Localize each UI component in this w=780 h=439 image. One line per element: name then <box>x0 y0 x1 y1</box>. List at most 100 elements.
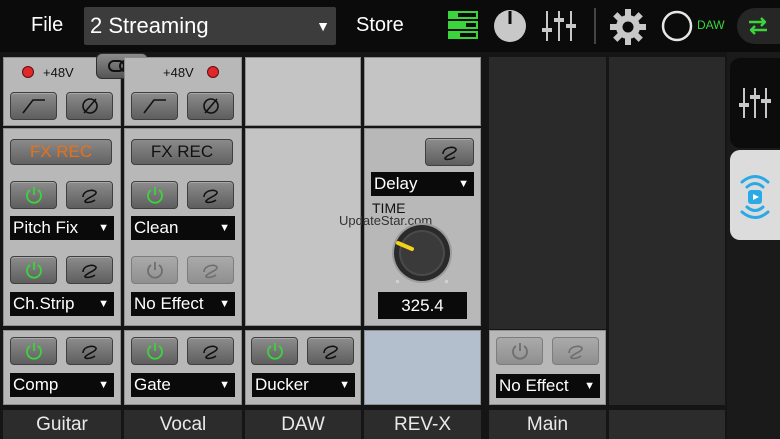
vocal-dyn-edit-button[interactable] <box>187 337 234 365</box>
power-icon <box>266 343 283 360</box>
edit-icon <box>81 189 97 204</box>
power-icon <box>25 343 42 360</box>
revx-time-knob[interactable] <box>388 222 456 291</box>
revx-type-select[interactable]: Delay ▼ <box>371 172 474 196</box>
edit-icon <box>567 345 583 360</box>
guitar-phase-button[interactable] <box>66 92 113 120</box>
main-dyn-edit-button[interactable] <box>552 337 599 365</box>
power-icon <box>25 262 42 279</box>
vocal-phantom-led <box>207 66 219 78</box>
guitar-fx1-edit-button[interactable] <box>66 181 113 209</box>
file-menu[interactable]: File <box>31 14 63 37</box>
rail-tab-stream[interactable] <box>730 150 780 240</box>
chevron-down-icon: ▼ <box>219 298 230 310</box>
vocal-fx2-edit-button[interactable] <box>187 256 234 284</box>
faders-icon[interactable] <box>541 8 577 49</box>
chevron-down-icon: ▼ <box>98 222 109 234</box>
guitar-fx2-select[interactable]: Ch.Strip ▼ <box>10 292 114 316</box>
power-icon <box>146 187 163 204</box>
vocal-phantom-label: +48V <box>163 65 194 80</box>
daw-toggle-icon[interactable] <box>661 10 693 47</box>
channel-label-guitar[interactable]: Guitar <box>3 410 121 439</box>
chevron-down-icon: ▼ <box>219 222 230 234</box>
vocal-dyn-power-button[interactable] <box>131 337 178 365</box>
chevron-down-icon: ▼ <box>98 379 109 391</box>
power-icon <box>146 262 163 279</box>
phase-invert-icon <box>81 98 98 114</box>
chevron-down-icon: ▼ <box>219 379 230 391</box>
main-dyn-power-button[interactable] <box>496 337 543 365</box>
vocal-phase-button[interactable] <box>187 92 234 120</box>
vocal-fx1-value: Clean <box>134 218 179 237</box>
chevron-down-icon: ▼ <box>584 380 595 392</box>
vocal-fx1-edit-button[interactable] <box>187 181 234 209</box>
high-pass-icon <box>21 99 45 114</box>
guitar-dyn-select[interactable]: Comp ▼ <box>10 373 114 397</box>
topbar-divider <box>594 8 596 44</box>
channel-label-daw[interactable]: DAW <box>245 410 361 439</box>
vocal-hpf-button[interactable] <box>131 92 178 120</box>
chevron-down-icon: ▼ <box>316 18 330 34</box>
guitar-fx2-value: Ch.Strip <box>13 294 75 313</box>
mixer-view-icon[interactable] <box>446 8 480 47</box>
guitar-dyn-value: Comp <box>13 375 59 394</box>
revx-type-value: Delay <box>374 174 418 193</box>
guitar-fx2-power-button[interactable] <box>10 256 57 284</box>
power-icon <box>25 187 42 204</box>
vocal-fx2-value: No Effect <box>134 294 204 313</box>
edit-icon <box>81 345 97 360</box>
daw-input-section <box>245 57 361 126</box>
rail-tab-mixer[interactable] <box>730 58 780 148</box>
meter-dial-icon[interactable] <box>492 8 528 49</box>
edit-icon <box>81 264 97 279</box>
guitar-hpf-button[interactable] <box>10 92 57 120</box>
preset-name: 2 Streaming <box>90 13 209 38</box>
channel-label-main[interactable]: Main <box>489 410 606 439</box>
top-bar: File 2 Streaming ▼ Store DAW <box>0 0 780 52</box>
channel-label-revx[interactable]: REV-X <box>364 410 481 439</box>
main-dyn-value: No Effect <box>499 376 569 395</box>
revx-bottom-section <box>364 330 481 405</box>
channel-label-empty <box>609 410 725 439</box>
guitar-fx1-value: Pitch Fix <box>13 218 79 237</box>
guitar-fx1-power-button[interactable] <box>10 181 57 209</box>
guitar-fx1-select[interactable]: Pitch Fix ▼ <box>10 216 114 240</box>
revx-time-value: 325.4 <box>378 292 467 319</box>
guitar-fx2-edit-button[interactable] <box>66 256 113 284</box>
sync-arrows-icon <box>749 17 767 35</box>
vocal-dyn-value: Gate <box>134 375 171 394</box>
main-dyn-select[interactable]: No Effect ▼ <box>496 374 600 398</box>
sync-button[interactable] <box>737 8 780 44</box>
vocal-dyn-select[interactable]: Gate ▼ <box>131 373 235 397</box>
edit-icon <box>202 189 218 204</box>
daw-label: DAW <box>697 18 725 32</box>
vocal-fx1-power-button[interactable] <box>131 181 178 209</box>
main-empty-area <box>489 57 606 329</box>
revx-edit-button[interactable] <box>425 138 474 166</box>
vocal-fx2-power-button[interactable] <box>131 256 178 284</box>
vocal-fx-rec-button[interactable]: FX REC <box>131 139 233 165</box>
power-icon <box>511 343 528 360</box>
daw-dyn-edit-button[interactable] <box>307 337 354 365</box>
faders-icon <box>739 88 771 118</box>
store-button[interactable]: Store <box>356 14 404 37</box>
edit-icon <box>202 345 218 360</box>
guitar-phantom-label: +48V <box>43 65 74 80</box>
vocal-fx2-select[interactable]: No Effect ▼ <box>131 292 235 316</box>
channel-label-vocal[interactable]: Vocal <box>124 410 242 439</box>
chevron-down-icon: ▼ <box>98 298 109 310</box>
daw-dyn-value: Ducker <box>255 375 309 394</box>
guitar-dyn-power-button[interactable] <box>10 337 57 365</box>
daw-dyn-select[interactable]: Ducker ▼ <box>252 373 355 397</box>
edit-icon <box>202 264 218 279</box>
preset-selector[interactable]: 2 Streaming ▼ <box>84 7 336 45</box>
guitar-fx-rec-button[interactable]: FX REC <box>10 139 112 165</box>
chevron-down-icon: ▼ <box>458 178 469 190</box>
stream-broadcast-icon <box>740 175 770 219</box>
daw-dyn-power-button[interactable] <box>251 337 298 365</box>
vocal-fx1-select[interactable]: Clean ▼ <box>131 216 235 240</box>
high-pass-icon <box>142 99 166 114</box>
guitar-dyn-edit-button[interactable] <box>66 337 113 365</box>
gear-icon[interactable] <box>609 8 647 51</box>
phase-invert-icon <box>202 98 219 114</box>
